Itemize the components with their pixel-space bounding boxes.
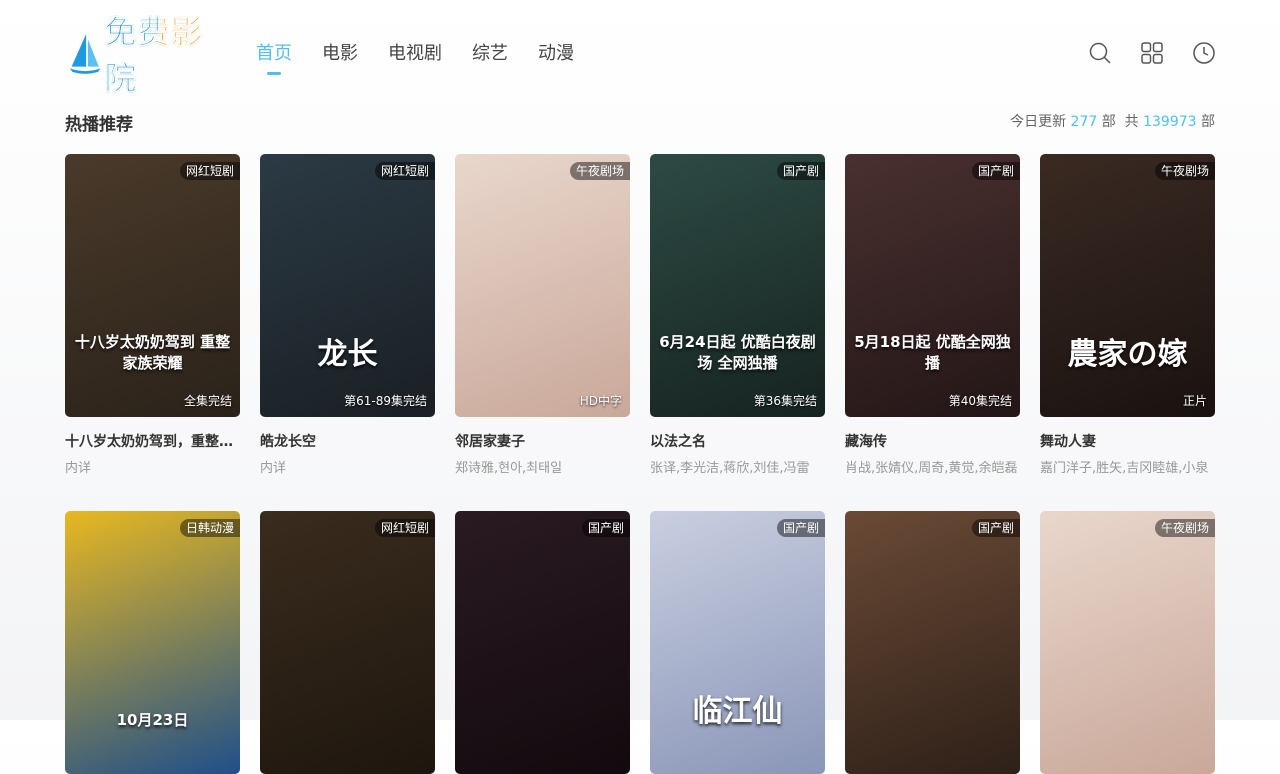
video-cast: 嘉门洋子,胜矢,吉冈睦雄,小泉 [1040, 461, 1209, 476]
section-header: 热播推荐 今日更新 277 部 共 139973 部 [65, 108, 1215, 136]
poster-caption: 十八岁太奶奶驾到 重整家族荣耀 [74, 333, 231, 372]
sail-logo-icon [69, 33, 101, 74]
poster-image[interactable]: 午夜剧场 HD中字 [455, 154, 630, 417]
category-badge: 国产剧 [581, 519, 630, 537]
nav-anime[interactable]: 动漫 [538, 42, 574, 66]
nav-movies[interactable]: 电影 [322, 42, 358, 66]
today-count: 277 [1070, 114, 1098, 130]
video-cast: 肖战,张婧仪,周奇,黄觉,余皑磊 [845, 461, 1018, 476]
poster-image[interactable]: 5月18日起 优酷全网独播 国产剧第40集完结 [845, 154, 1020, 417]
nav-variety[interactable]: 综艺 [472, 42, 508, 66]
poster-image[interactable]: 十八岁太奶奶驾到 重整家族荣耀 网红短剧全集完结 [65, 154, 240, 417]
episode-status: HD中字 [579, 394, 622, 408]
video-title[interactable]: 以法之名 [650, 431, 825, 451]
category-badge: 午夜剧场 [569, 162, 630, 180]
video-card[interactable]: 网红短剧 [260, 511, 435, 774]
grid-icon[interactable] [1140, 41, 1164, 65]
poster-image[interactable]: 网红短剧 [260, 511, 435, 774]
video-cast: 郑诗雅,현아,최태일 [455, 461, 563, 476]
episode-status: 第61-89集完结 [344, 394, 427, 408]
episode-status: 第36集完结 [753, 394, 817, 408]
category-badge: 日韩动漫 [179, 519, 240, 537]
main-nav: 首页 电影 电视剧 综艺 动漫 [256, 42, 604, 75]
category-badge: 网红短剧 [374, 162, 435, 180]
poster-image[interactable]: 農家の嫁 午夜剧场正片 [1040, 154, 1215, 417]
today-label: 今日更新 [1010, 114, 1067, 130]
video-card[interactable]: 国产剧 [455, 511, 630, 774]
poster-caption: 6月24日起 优酷白夜剧场 全网独播 [659, 333, 816, 372]
poster-image[interactable]: 国产剧 [455, 511, 630, 774]
nav-home[interactable]: 首页 [256, 42, 292, 75]
episode-status: 全集完结 [183, 394, 232, 408]
unit-label: 部 [1201, 114, 1215, 130]
category-badge: 网红短剧 [374, 519, 435, 537]
video-title[interactable]: 藏海传 [845, 431, 1020, 451]
update-stats: 今日更新 277 部 共 139973 部 [1010, 111, 1215, 131]
episode-status: 正片 [1182, 394, 1207, 408]
poster-image[interactable]: 午夜剧场 [1040, 511, 1215, 774]
category-badge: 午夜剧场 [1154, 162, 1215, 180]
category-badge: 国产剧 [776, 162, 825, 180]
category-badge: 网红短剧 [179, 162, 240, 180]
total-label: 共 [1124, 114, 1139, 130]
poster-image[interactable]: 10月23日 日韩动漫 [65, 511, 240, 774]
poster-caption: 龙长 [317, 337, 378, 372]
section-title: 热播推荐 [65, 115, 133, 135]
category-badge: 国产剧 [776, 519, 825, 537]
poster-caption: 農家の嫁 [1067, 337, 1188, 372]
video-card[interactable]: 5月18日起 优酷全网独播 国产剧第40集完结藏海传肖战,张婧仪,周奇,黄觉,余皑… [845, 154, 1020, 476]
video-title[interactable]: 舞动人妻 [1040, 431, 1215, 451]
poster-image[interactable]: 国产剧 [845, 511, 1020, 774]
poster-caption: 临江仙 [692, 694, 783, 729]
video-card[interactable]: 国产剧 [845, 511, 1020, 774]
video-title[interactable]: 十八岁太奶奶驾到，重整家族荣耀 [65, 431, 240, 451]
episode-status: 第40集完结 [948, 394, 1012, 408]
site-logo[interactable]: 免费影院 [68, 13, 224, 97]
poster-image[interactable]: 临江仙 国产剧 [650, 511, 825, 774]
poster-caption: 5月18日起 优酷全网独播 [854, 333, 1011, 372]
total-count: 139973 [1143, 114, 1197, 130]
video-card[interactable]: 午夜剧场 HD中字邻居家妻子郑诗雅,현아,최태일 [455, 154, 630, 476]
video-cast: 内详 [65, 461, 92, 476]
video-cast: 内详 [260, 461, 287, 476]
video-card[interactable]: 临江仙 国产剧 [650, 511, 825, 774]
poster-image[interactable]: 龙长 网红短剧第61-89集完结 [260, 154, 435, 417]
video-card[interactable]: 午夜剧场 [1040, 511, 1215, 774]
nav-tv[interactable]: 电视剧 [388, 42, 442, 66]
video-title[interactable]: 皓龙长空 [260, 431, 435, 451]
header-actions [1088, 41, 1216, 65]
category-badge: 国产剧 [971, 162, 1020, 180]
logo-text: 免费影院 [104, 7, 224, 99]
category-badge: 国产剧 [971, 519, 1020, 537]
category-badge: 午夜剧场 [1154, 519, 1215, 537]
unit-label: 部 [1101, 114, 1116, 130]
poster-image[interactable]: 6月24日起 优酷白夜剧场 全网独播 国产剧第36集完结 [650, 154, 825, 417]
history-icon[interactable] [1192, 41, 1216, 65]
header: 免费影院 首页 电影 电视剧 综艺 动漫 [0, 0, 1280, 108]
video-card[interactable]: 6月24日起 优酷白夜剧场 全网独播 国产剧第36集完结以法之名张译,李光洁,蒋欣… [650, 154, 825, 476]
video-card[interactable]: 龙长 网红短剧第61-89集完结皓龙长空内详 [260, 154, 435, 476]
video-title[interactable]: 邻居家妻子 [455, 431, 630, 451]
video-cast: 张译,李光洁,蒋欣,刘佳,冯雷 [650, 461, 810, 476]
search-icon[interactable] [1088, 41, 1112, 65]
video-card[interactable]: 10月23日 日韩动漫 [65, 511, 240, 774]
video-card[interactable]: 農家の嫁 午夜剧场正片舞动人妻嘉门洋子,胜矢,吉冈睦雄,小泉 [1040, 154, 1215, 476]
video-card[interactable]: 十八岁太奶奶驾到 重整家族荣耀 网红短剧全集完结十八岁太奶奶驾到，重整家族荣耀内详 [65, 154, 240, 476]
